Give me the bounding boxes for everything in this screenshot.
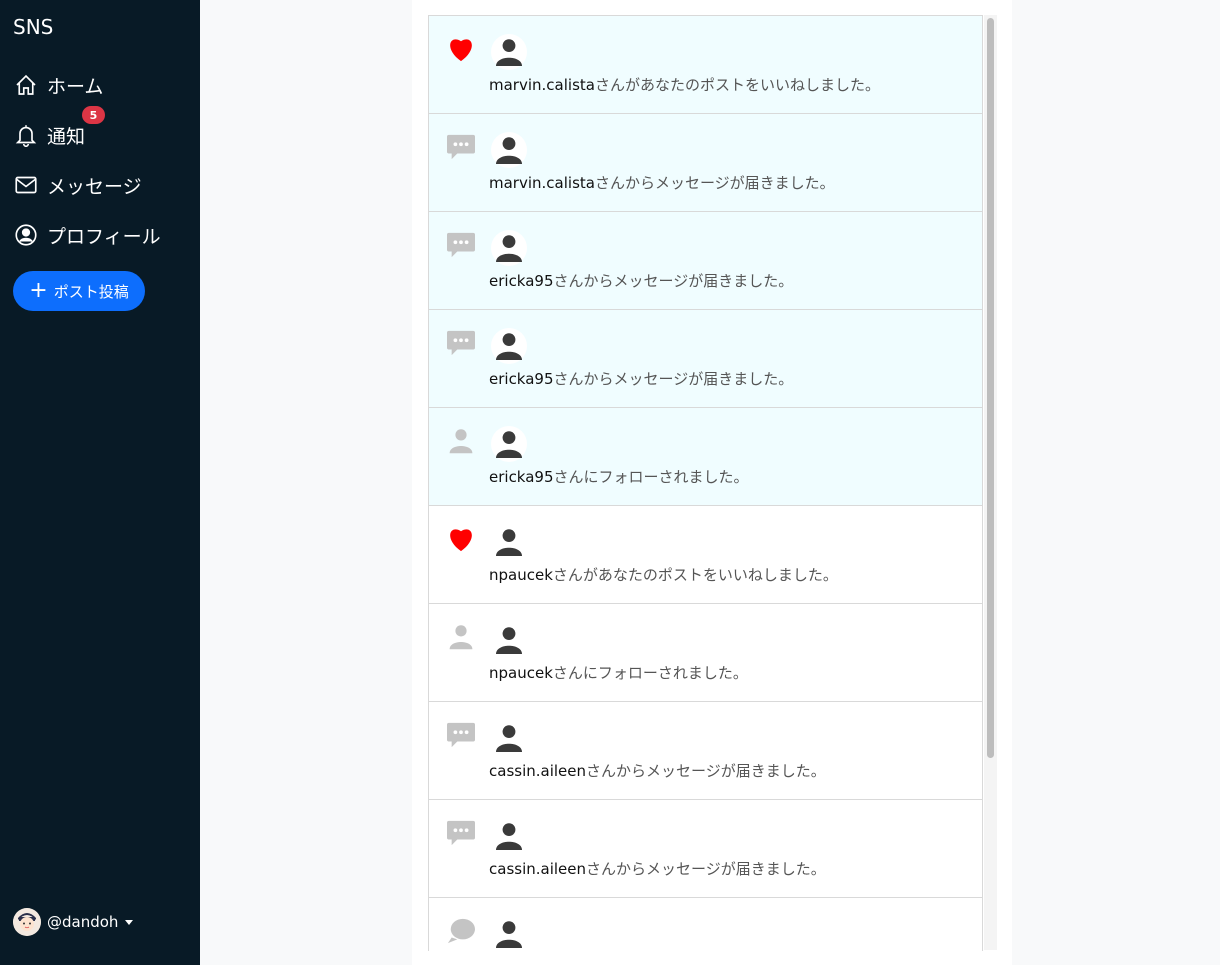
nav-label-messages: メッセージ: [47, 175, 142, 198]
nav-label-home: ホーム: [47, 75, 104, 98]
plus-icon: +: [29, 278, 48, 303]
notification-text: ericka95さんからメッセージが届きました。: [489, 270, 793, 291]
user-avatar-icon[interactable]: [491, 132, 527, 168]
notification-text: ericka95さんからメッセージが届きました。: [489, 368, 793, 389]
notification-message: さんからメッセージが届きました。: [594, 174, 835, 192]
notification-username[interactable]: npaucek: [489, 664, 553, 682]
notification-item[interactable]: cassin.aileenさんからメッセージが届きました。: [429, 702, 983, 800]
user-avatar-icon[interactable]: [491, 720, 527, 756]
notification-username[interactable]: marvin.calista: [489, 174, 595, 192]
person-icon: [446, 622, 476, 652]
nav-label-notifications: 通知: [47, 125, 86, 148]
notification-text: npaucekさんにフォローされました。: [489, 662, 748, 683]
user-avatar-icon[interactable]: [491, 622, 527, 658]
scrollbar-thumb[interactable]: [987, 18, 994, 758]
user-avatar-icon[interactable]: [491, 34, 527, 70]
person-circle-icon: [13, 222, 39, 248]
notification-item[interactable]: cassin.aileenさんからメッセージが届きました。: [429, 800, 983, 898]
notification-text: marvin.calistaさんがあなたのポストをいいねしました。: [489, 74, 880, 95]
notification-text: ericka95さんにフォローされました。: [489, 466, 749, 487]
notification-username[interactable]: npaucek: [489, 566, 553, 584]
notification-item[interactable]: ericka95さんにフォローされました。: [429, 408, 983, 506]
scrollbar[interactable]: [984, 15, 997, 950]
envelope-icon: [13, 172, 39, 198]
user-menu[interactable]: @dandoh: [13, 907, 134, 937]
notification-list[interactable]: marvin.calistaさんがあなたのポストをいいねしました。 marvin.…: [428, 15, 983, 951]
caret-down-icon: [125, 919, 134, 925]
notification-text: cassin.aileenさんからメッセージが届きました。: [489, 760, 826, 781]
heart-icon: [446, 524, 476, 554]
chat-dots-icon: [446, 328, 476, 358]
person-icon: [446, 426, 476, 456]
notification-item[interactable]: marvin.calistaさんからメッセージが届きました。: [429, 114, 983, 212]
notification-username[interactable]: cassin.aileen: [489, 762, 586, 780]
user-avatar-icon[interactable]: [491, 426, 527, 462]
user-avatar-icon[interactable]: [491, 230, 527, 266]
avatar: [13, 908, 41, 936]
notification-text: marvin.calistaさんからメッセージが届きました。: [489, 172, 835, 193]
chat-dots-icon: [446, 720, 476, 750]
notification-username[interactable]: ericka95: [489, 272, 554, 290]
notification-item[interactable]: npaucekさんがあなたのポストをいいねしました。: [429, 506, 983, 604]
user-avatar-icon[interactable]: [491, 524, 527, 560]
heart-icon: [446, 34, 476, 64]
house-icon: [13, 72, 39, 98]
notification-count-badge: 5: [82, 106, 105, 124]
notification-message: さんにフォローされました。: [552, 664, 748, 682]
notification-message: さんからメッセージが届きました。: [586, 762, 826, 780]
notification-message: さんがあなたのポストをいいねしました。: [552, 566, 838, 584]
chat-dots-icon: [446, 230, 476, 260]
nav-item-home[interactable]: ホーム: [13, 69, 103, 101]
notification-text: npaucekさんがあなたのポストをいいねしました。: [489, 564, 838, 585]
nav-label-profile: プロフィール: [47, 225, 161, 248]
notification-username[interactable]: ericka95: [489, 370, 554, 388]
notification-username[interactable]: marvin.calista: [489, 76, 595, 94]
notification-item[interactable]: ericka95さんからメッセージが届きました。: [429, 310, 983, 408]
bell-icon: [13, 122, 39, 148]
notification-message: さんがあなたのポストをいいねしました。: [594, 76, 880, 94]
chat-dots-icon: [446, 818, 476, 848]
notification-username[interactable]: ericka95: [489, 468, 554, 486]
main-column: marvin.calistaさんがあなたのポストをいいねしました。 marvin.…: [412, 0, 1012, 965]
user-handle: @dandoh: [47, 913, 119, 931]
notification-message: さんからメッセージが届きました。: [553, 370, 794, 388]
chat-icon: [446, 916, 476, 946]
notification-item[interactable]: npaucekさんにフォローされました。: [429, 604, 983, 702]
notification-message: さんからメッセージが届きました。: [586, 860, 826, 878]
nav-item-profile[interactable]: プロフィール: [13, 219, 161, 251]
post-button[interactable]: + ポスト投稿: [13, 271, 145, 311]
notification-item[interactable]: ericka95さんからメッセージが届きました。: [429, 212, 983, 310]
nav-item-messages[interactable]: メッセージ: [13, 169, 142, 201]
nav-item-notifications[interactable]: 通知: [13, 119, 85, 151]
brand-logo[interactable]: SNS: [13, 15, 53, 39]
sidebar: SNS ホーム 通知 5 メッセージ プロフィール + ポスト投稿 @dando…: [0, 0, 200, 965]
user-avatar-icon[interactable]: [491, 916, 527, 951]
notification-text: cassin.aileenさんからメッセージが届きました。: [489, 858, 826, 879]
notification-message: さんにフォローされました。: [553, 468, 749, 486]
notification-item[interactable]: [429, 898, 983, 951]
user-avatar-icon[interactable]: [491, 818, 527, 854]
user-avatar-icon[interactable]: [491, 328, 527, 364]
chat-dots-icon: [446, 132, 476, 162]
notification-message: さんからメッセージが届きました。: [553, 272, 794, 290]
notification-username[interactable]: cassin.aileen: [489, 860, 586, 878]
post-button-label: ポスト投稿: [53, 282, 129, 301]
notification-item[interactable]: marvin.calistaさんがあなたのポストをいいねしました。: [429, 16, 983, 114]
